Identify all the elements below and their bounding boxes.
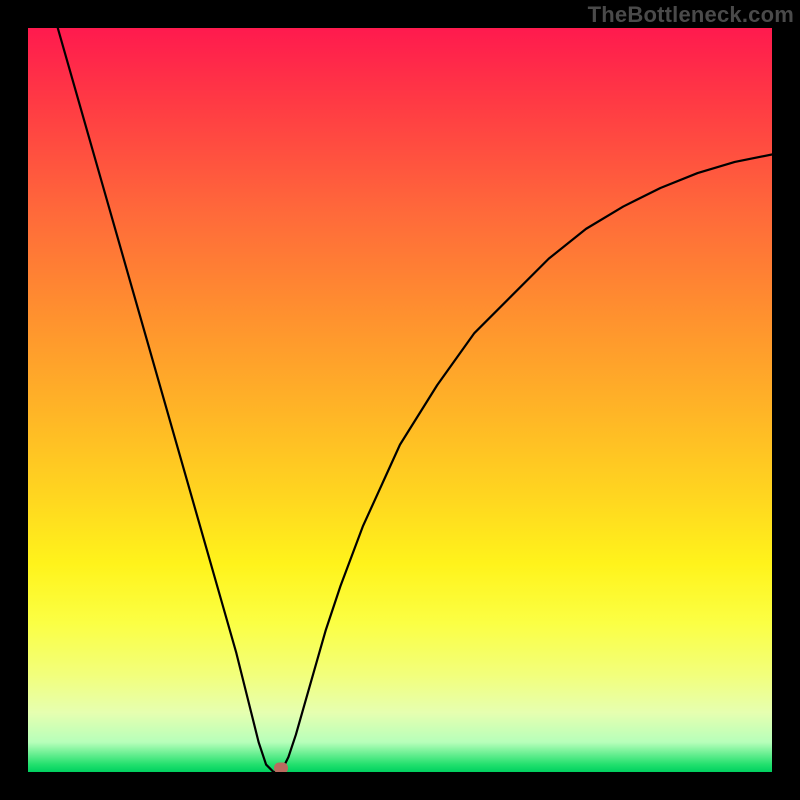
bottleneck-curve — [28, 28, 772, 772]
chart-frame: TheBottleneck.com — [0, 0, 800, 800]
watermark-text: TheBottleneck.com — [588, 2, 794, 28]
optimal-point-marker — [274, 763, 288, 773]
plot-area — [28, 28, 772, 772]
